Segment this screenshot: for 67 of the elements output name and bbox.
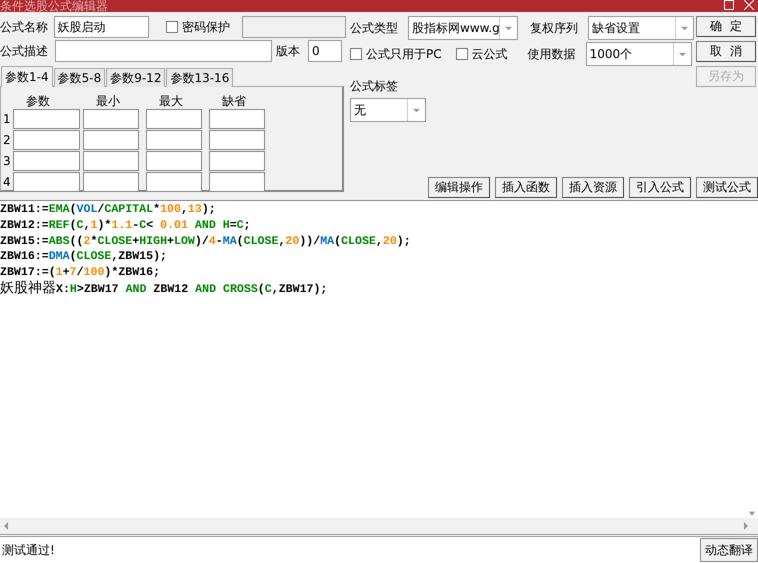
column-header: 最小 (95, 95, 121, 108)
description-label: 公式描述 (0, 42, 49, 60)
code-line: 妖股神器X:H>ZBW17 AND ZBW12 AND CROSS(C,ZBW17); (0, 280, 328, 298)
translate-button[interactable]: 动态翻译 (700, 538, 758, 562)
row-number: 1 (3, 112, 12, 126)
checkbox[interactable] (456, 48, 468, 60)
param-input[interactable] (83, 150, 139, 170)
tool-button[interactable]: 测试公式 (696, 177, 758, 198)
param-input[interactable] (13, 150, 80, 170)
option-label: 云公式 (472, 46, 508, 62)
param-input[interactable] (146, 172, 202, 192)
param-input[interactable] (209, 130, 265, 150)
tool-button[interactable]: 插入资源 (562, 177, 624, 198)
row-number: 3 (3, 154, 12, 168)
row-number: 2 (3, 132, 12, 146)
param-input[interactable] (13, 172, 80, 192)
param-tab[interactable]: 参数9-12 (106, 68, 166, 87)
param-input[interactable] (13, 108, 80, 128)
name-label: 公式名称 (0, 18, 49, 36)
param-input[interactable] (209, 172, 265, 192)
maximize-icon[interactable] (724, 0, 734, 10)
param-input[interactable] (209, 150, 265, 170)
status-message: 测试通过! (1, 542, 55, 558)
code-line: ZBW11:=EMA(VOL/CAPITAL*100,13); (0, 202, 217, 218)
param-input[interactable] (146, 108, 202, 128)
formula-type-label: 公式类型 (350, 20, 399, 36)
adjust-order-select[interactable]: 缺省设置 (588, 16, 694, 40)
adjust-order-label: 复权序列 (530, 20, 579, 36)
dialog-button[interactable]: 取 消 (696, 41, 756, 62)
name-field[interactable]: 妖股启动 (54, 16, 149, 38)
param-input[interactable] (146, 150, 202, 170)
param-tab[interactable]: 参数13-16 (166, 68, 234, 87)
code-line: ZBW15:=ABS((2*CLOSE+HIGH+LOW)/4-MA(CLOSE,20))/MA(CLOSE,20); (0, 234, 412, 250)
window-title: 条件选股公式编辑器 (0, 0, 108, 12)
horizontal-scrollbar[interactable] (0, 518, 758, 534)
formula-tag-select[interactable]: 无 (350, 98, 426, 122)
formula-tag-label: 公式标签 (350, 78, 399, 95)
formula-type-select[interactable]: 股指标网www.g (408, 16, 518, 40)
param-input[interactable] (83, 108, 139, 128)
dialog-button[interactable]: 确 定 (696, 16, 756, 37)
column-header: 缺省 (221, 95, 247, 108)
checkbox[interactable] (350, 48, 362, 60)
code-line: ZBW12:=REF(C,1)*1.1-C< 0.01 AND H=C; (0, 218, 252, 234)
checkbox[interactable] (166, 21, 178, 33)
code-line: ZBW17:=(1+7/100)*ZBW16; (0, 265, 162, 280)
param-input[interactable] (13, 130, 80, 150)
param-input[interactable] (83, 172, 139, 192)
code-line: ZBW16:=DMA(CLOSE,ZBW15); (0, 249, 168, 266)
param-tab[interactable]: 参数5-8 (54, 68, 106, 87)
data-count-select[interactable]: 1000个 (586, 42, 692, 66)
password-label: 密码保护 (182, 18, 230, 36)
tool-button[interactable]: 引入公式 (629, 177, 691, 198)
version-field[interactable]: 0 (308, 40, 342, 62)
tool-button[interactable]: 编辑操作 (428, 177, 490, 198)
param-input[interactable] (146, 130, 202, 150)
close-icon[interactable] (744, 0, 754, 10)
param-tab[interactable]: 参数1-4 (1, 66, 53, 87)
tool-button[interactable]: 插入函数 (495, 177, 557, 198)
row-number: 4 (3, 174, 12, 188)
description-field[interactable] (55, 40, 272, 62)
param-input[interactable] (209, 108, 265, 128)
data-count-label: 使用数据 (528, 46, 577, 62)
column-header: 最大 (158, 95, 184, 108)
column-header: 参数 (25, 95, 51, 108)
param-input[interactable] (83, 130, 139, 150)
version-label: 版本 (276, 42, 301, 60)
option-label: 公式只用于PC (366, 46, 442, 62)
